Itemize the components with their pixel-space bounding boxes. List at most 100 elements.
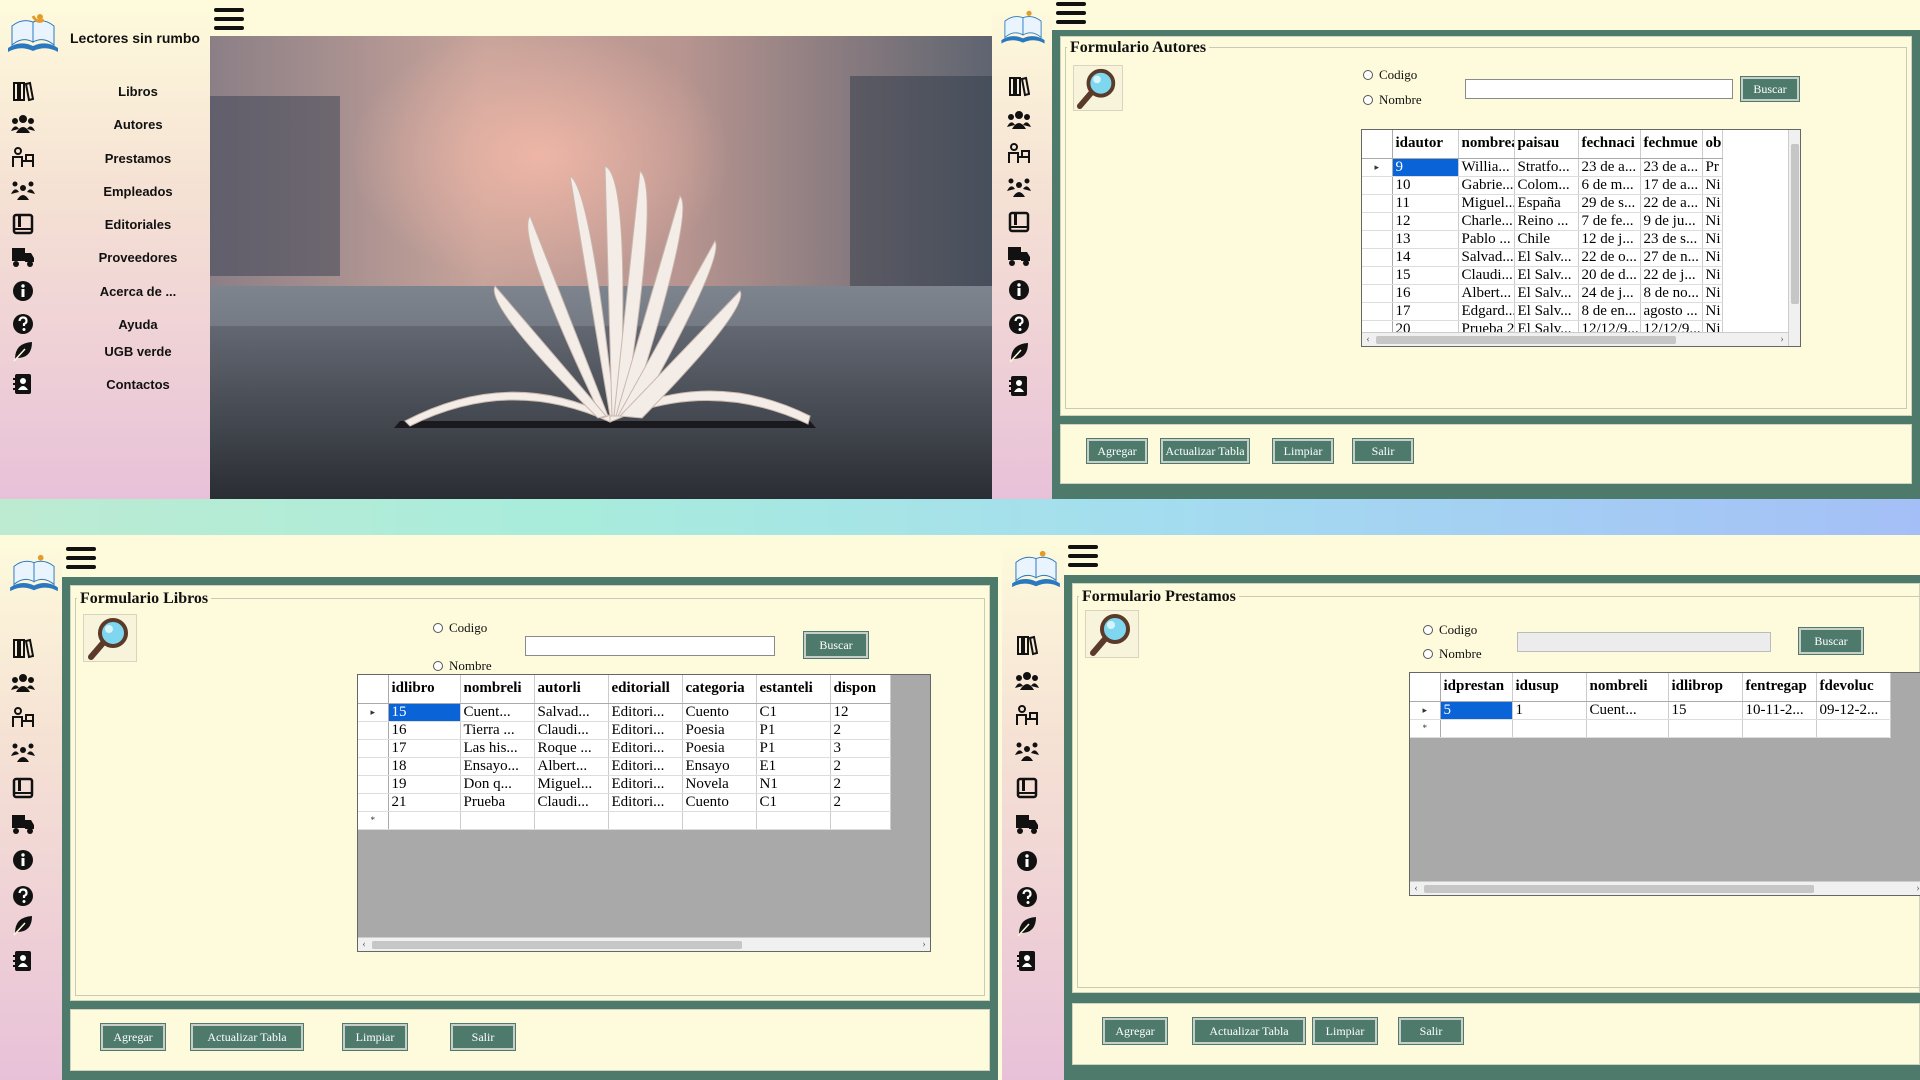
radio-nombre[interactable]: Nombre xyxy=(1423,646,1482,662)
actualizar-tabla-button[interactable]: Actualizar Tabla xyxy=(1192,1017,1306,1045)
column-header[interactable]: fentregap xyxy=(1742,673,1817,702)
row-header[interactable] xyxy=(1362,284,1393,303)
row-header[interactable] xyxy=(358,739,389,758)
scroll-thumb[interactable] xyxy=(372,941,742,949)
new-row[interactable]: * xyxy=(358,811,891,830)
table-cell[interactable]: 22 de a... xyxy=(1640,194,1703,213)
current-row-arrow-icon[interactable]: ▸ xyxy=(1410,701,1441,720)
column-header[interactable]: fechmue xyxy=(1640,130,1703,159)
column-header[interactable]: idprestan xyxy=(1440,673,1513,702)
nav-item-acerca-de[interactable] xyxy=(1006,277,1032,303)
table-cell[interactable]: Ni xyxy=(1702,212,1723,231)
table-cell[interactable]: 1 xyxy=(1512,701,1587,720)
table-cell[interactable]: El Salv... xyxy=(1514,266,1579,285)
table-row[interactable]: 11 Miguel... España 29 de s... 22 de a... Ni xyxy=(1362,194,1723,213)
table-cell[interactable]: Ni xyxy=(1702,194,1723,213)
table-cell[interactable] xyxy=(756,811,831,830)
nav-item-ugb-verde[interactable] xyxy=(1006,339,1032,365)
nav-item-ayuda[interactable] xyxy=(10,883,36,909)
column-header[interactable]: fdevoluc xyxy=(1816,673,1891,702)
table-cell[interactable]: 17 xyxy=(1392,302,1459,321)
table-cell[interactable]: 7 de fe... xyxy=(1578,212,1641,231)
table-cell[interactable]: 12 xyxy=(1392,212,1459,231)
table-cell[interactable]: 5 xyxy=(1440,701,1513,720)
salir-button[interactable]: Salir xyxy=(1398,1017,1464,1045)
table-cell[interactable]: Novela xyxy=(682,775,757,794)
table-cell[interactable]: El Salv... xyxy=(1514,284,1579,303)
table-cell[interactable]: 15 xyxy=(388,703,461,722)
table-row[interactable]: 13 Pablo ... Chile 12 de j... 23 de s... Ni xyxy=(1362,230,1723,249)
table-row[interactable]: 17 Las his... Roque ... Editori... Poesia P1 3 xyxy=(358,739,891,758)
libros-grid[interactable]: idlibro nombreli autorli editoriall categori… xyxy=(358,675,891,830)
table-cell[interactable]: El Salv... xyxy=(1514,302,1579,321)
radio-nombre[interactable]: Nombre xyxy=(433,658,492,674)
table-cell[interactable]: 17 de a... xyxy=(1640,176,1703,195)
column-header[interactable]: categoria xyxy=(682,675,757,704)
column-header[interactable]: idlibro xyxy=(388,675,461,704)
horizontal-scrollbar[interactable]: ‹ › xyxy=(358,937,930,951)
table-cell[interactable]: 9 xyxy=(1392,158,1459,177)
table-cell[interactable]: 2 xyxy=(830,757,891,776)
table-cell[interactable]: Ni xyxy=(1702,176,1723,195)
table-cell[interactable]: Las his... xyxy=(460,739,535,758)
table-row[interactable]: 17 Edgard... El Salv... 8 de en... agosto ..… xyxy=(1362,302,1723,321)
scroll-right-icon[interactable]: › xyxy=(1776,333,1788,346)
table-cell[interactable]: Ni xyxy=(1702,284,1723,303)
table-cell[interactable]: Editori... xyxy=(608,757,683,776)
limpiar-button[interactable]: Limpiar xyxy=(1272,438,1334,464)
nav-item-prestamos[interactable] xyxy=(1006,141,1032,167)
salir-button[interactable]: Salir xyxy=(450,1023,516,1051)
table-cell[interactable]: Salvad... xyxy=(534,703,609,722)
nav-item-editoriales[interactable] xyxy=(1006,209,1032,235)
table-cell[interactable]: Miguel... xyxy=(534,775,609,794)
column-header[interactable]: paisau xyxy=(1514,130,1579,159)
table-cell[interactable]: Gabrie... xyxy=(1458,176,1515,195)
table-cell[interactable]: P1 xyxy=(756,739,831,758)
table-cell[interactable]: P1 xyxy=(756,721,831,740)
nav-item-libros[interactable]: Libros xyxy=(10,78,158,104)
table-row[interactable]: 18 Ensayo... Albert... Editori... Ensayo E1 2 xyxy=(358,757,891,776)
scroll-thumb[interactable] xyxy=(1791,144,1799,304)
row-header[interactable] xyxy=(1362,212,1393,231)
agregar-button[interactable]: Agregar xyxy=(1102,1017,1168,1045)
nav-item-ugb-verde[interactable]: UGB verde xyxy=(10,338,172,364)
search-input[interactable] xyxy=(1465,79,1733,99)
table-cell[interactable]: España xyxy=(1514,194,1579,213)
buscar-button[interactable]: Buscar xyxy=(1798,627,1864,655)
row-header[interactable] xyxy=(358,793,389,812)
table-cell[interactable]: 11 xyxy=(1392,194,1459,213)
nav-item-acerca-de[interactable]: Acerca de ... xyxy=(10,278,176,304)
table-cell[interactable]: 6 de m... xyxy=(1578,176,1641,195)
nav-item-proveedores[interactable] xyxy=(10,811,36,837)
table-cell[interactable]: Editori... xyxy=(608,775,683,794)
table-cell[interactable]: 9 de ju... xyxy=(1640,212,1703,231)
search-input[interactable] xyxy=(1517,632,1771,652)
column-header[interactable]: ob xyxy=(1702,130,1723,159)
table-cell[interactable]: 14 xyxy=(1392,248,1459,267)
new-row[interactable]: * xyxy=(1410,719,1891,738)
table-cell[interactable] xyxy=(534,811,609,830)
table-cell[interactable]: Ni xyxy=(1702,230,1723,249)
table-cell[interactable]: 19 xyxy=(388,775,461,794)
scroll-left-icon[interactable]: ‹ xyxy=(358,938,370,951)
column-header[interactable]: nombreli xyxy=(1586,673,1669,702)
table-row[interactable]: 16 Albert... El Salv... 24 de j... 8 de no..… xyxy=(1362,284,1723,303)
nav-item-empleados[interactable] xyxy=(1014,739,1040,765)
buscar-button[interactable]: Buscar xyxy=(803,631,869,659)
table-cell[interactable]: Ni xyxy=(1702,266,1723,285)
table-cell[interactable] xyxy=(388,811,461,830)
table-cell[interactable]: Pablo ... xyxy=(1458,230,1515,249)
radio-codigo[interactable]: Codigo xyxy=(1363,67,1417,83)
table-cell[interactable]: Stratfo... xyxy=(1514,158,1579,177)
table-cell[interactable]: Ensayo xyxy=(682,757,757,776)
table-cell[interactable]: Poesia xyxy=(682,721,757,740)
nav-item-proveedores[interactable]: Proveedores xyxy=(10,244,177,270)
scroll-left-icon[interactable]: ‹ xyxy=(1362,333,1374,346)
table-cell[interactable]: 23 de a... xyxy=(1640,158,1703,177)
agregar-button[interactable]: Agregar xyxy=(100,1023,166,1051)
nav-item-prestamos[interactable] xyxy=(10,705,36,731)
table-row[interactable]: 19 Don q... Miguel... Editori... Novela N1 2 xyxy=(358,775,891,794)
table-cell[interactable]: Colom... xyxy=(1514,176,1579,195)
nav-item-contactos[interactable] xyxy=(1014,948,1040,974)
table-cell[interactable]: Editori... xyxy=(608,739,683,758)
